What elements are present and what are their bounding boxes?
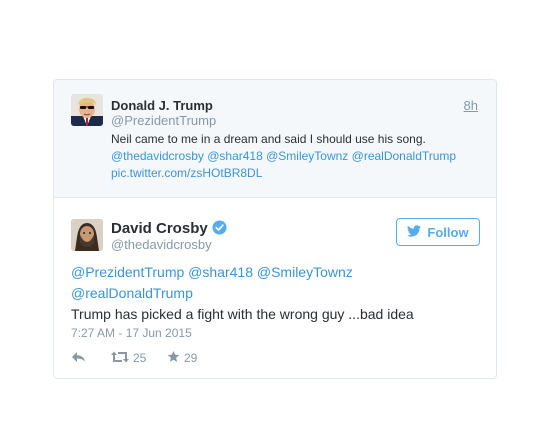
favorite-count: 29 <box>184 351 198 365</box>
trump-avatar-image <box>71 94 103 126</box>
favorite-button[interactable]: 29 <box>167 350 197 366</box>
tweet-actions: 25 29 <box>71 350 197 366</box>
tweet-text: @PrezidentTrump @shar418 @SmileyTownz @r… <box>71 262 481 325</box>
quoted-pic-link[interactable]: pic.twitter.com/zsHOtBR8DL <box>111 165 483 182</box>
reply-icon <box>71 351 86 366</box>
tweet-mentions-line-2[interactable]: @realDonaldTrump <box>71 283 481 304</box>
tweet-author-name-text: David Crosby <box>111 220 208 237</box>
verified-badge-icon <box>212 220 227 239</box>
crosby-avatar[interactable] <box>71 219 103 251</box>
retweet-button[interactable]: 25 <box>111 351 167 366</box>
quoted-text-line: Neil came to me in a dream and said I sh… <box>111 132 426 146</box>
tweet-timestamp[interactable]: 7:27 AM - 17 Jun 2015 <box>71 326 192 340</box>
star-icon <box>167 350 180 366</box>
quoted-tweet[interactable]: Donald J. Trump @PrezidentTrump 8h Neil … <box>54 80 496 198</box>
quoted-tweet-time[interactable]: 8h <box>464 98 478 113</box>
quoted-author-name[interactable]: Donald J. Trump <box>111 98 213 113</box>
twitter-bird-icon <box>407 224 422 240</box>
quoted-author-handle[interactable]: @PrezidentTrump <box>111 113 216 128</box>
reply-button[interactable] <box>71 351 111 366</box>
retweet-count: 25 <box>133 351 147 365</box>
quoted-tweet-text: Neil came to me in a dream and said I sh… <box>111 131 483 182</box>
retweet-icon <box>111 351 129 366</box>
trump-avatar[interactable] <box>71 94 103 126</box>
tweet-body: Trump has picked a fight with the wrong … <box>71 306 414 322</box>
tweet-mentions-line-1[interactable]: @PrezidentTrump @shar418 @SmileyTownz <box>71 262 481 283</box>
follow-button-label: Follow <box>427 224 469 240</box>
tweet-author-handle[interactable]: @thedavidcrosby <box>111 237 212 252</box>
embedded-tweet-card: Donald J. Trump @PrezidentTrump 8h Neil … <box>53 79 497 379</box>
follow-button[interactable]: Follow <box>396 218 480 246</box>
quoted-mentions[interactable]: @thedavidcrosby @shar418 @SmileyTownz @r… <box>111 148 483 165</box>
crosby-avatar-image <box>71 219 103 251</box>
